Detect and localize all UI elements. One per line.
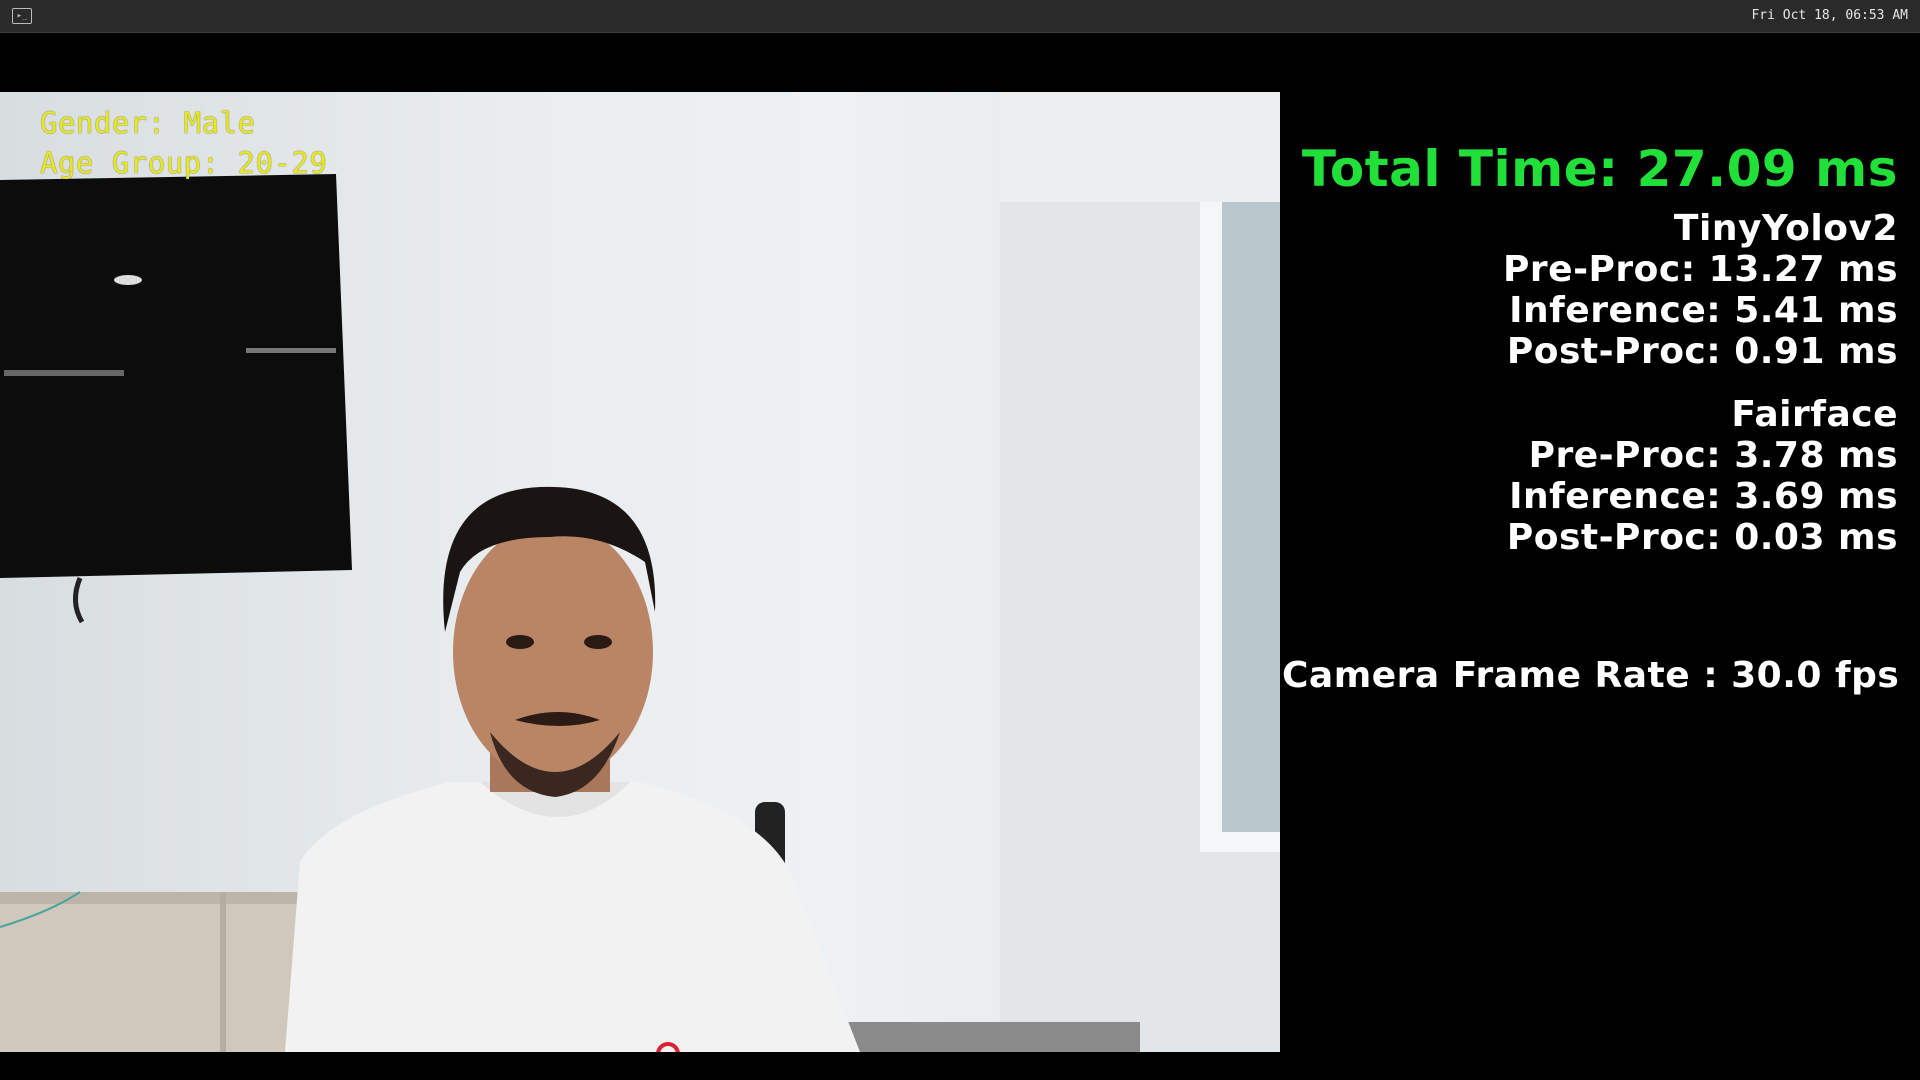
camera-frame-rate: Camera Frame Rate : 30.0 fps: [1282, 655, 1900, 696]
fairface-pre-proc: Pre-Proc: 3.78 ms: [1528, 435, 1898, 476]
floor-edge: [820, 1022, 1140, 1052]
model-name-fairface: Fairface: [1731, 394, 1898, 435]
tv-reflection: [4, 370, 124, 376]
cabinet-top: [0, 892, 300, 904]
tinyyolov2-pre-proc: Pre-Proc: 13.27 ms: [1503, 249, 1898, 290]
tinyyolov2-post-proc: Post-Proc: 0.91 ms: [1506, 331, 1898, 372]
cabinet: [0, 892, 300, 1052]
terminal-icon[interactable]: ▸_: [12, 8, 32, 24]
camera-scene: [0, 92, 1280, 1052]
age-group-label: Age Group: 20-29: [40, 146, 328, 180]
tinyyolov2-inference: Inference: 5.41 ms: [1509, 290, 1898, 331]
person-eye: [506, 635, 534, 649]
ceiling-corner: [1000, 92, 1280, 202]
fairface-inference: Inference: 3.69 ms: [1509, 476, 1898, 517]
model-name-tinyyolov2: TinyYolov2: [1673, 208, 1898, 249]
timing-stats-panel: Total Time: 27.09 ms TinyYolov2 Pre-Proc…: [1278, 140, 1898, 558]
cabinet-divider: [220, 892, 226, 1052]
window-glass: [1222, 162, 1280, 832]
camera-frame: [0, 92, 1280, 1052]
tv-reflection: [114, 275, 142, 285]
person-face: [453, 522, 653, 782]
system-top-bar: ▸_ Fri Oct 18, 06:53 AM: [0, 0, 1920, 33]
fairface-post-proc: Post-Proc: 0.03 ms: [1506, 517, 1898, 558]
gender-label: Gender: Male: [40, 106, 256, 140]
person-eye: [584, 635, 612, 649]
total-time: Total Time: 27.09 ms: [1301, 140, 1898, 198]
system-clock: Fri Oct 18, 06:53 AM: [1751, 8, 1908, 23]
tv-reflection: [246, 348, 336, 353]
tv-cable: [73, 577, 85, 624]
